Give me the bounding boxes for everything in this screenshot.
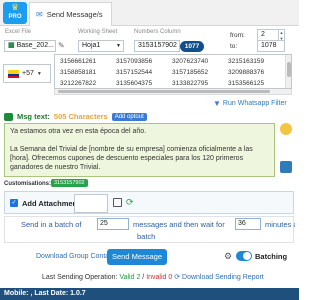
from-label: from: bbox=[230, 32, 245, 39]
batch-text: batch bbox=[137, 232, 156, 241]
pro-label: PRO bbox=[8, 14, 22, 20]
customisations-label: Customisations: bbox=[4, 181, 52, 187]
flag-icon bbox=[8, 69, 19, 78]
batching-toggle[interactable] bbox=[236, 251, 252, 261]
batch-settings: Send in a batch of 25 messages and then … bbox=[4, 216, 295, 243]
tab-label: Send Message/s bbox=[46, 10, 103, 19]
batch-size-input[interactable]: 25 bbox=[97, 218, 129, 230]
number-cell: 3153566125 bbox=[228, 80, 265, 87]
invalid-count: Invalid 0 bbox=[146, 274, 173, 281]
number-cell: 3157093856 bbox=[116, 58, 153, 65]
download-report-link[interactable]: ⟳ Download Sending Report bbox=[174, 274, 264, 281]
toggle-knob bbox=[243, 252, 251, 260]
vertical-scrollbar[interactable] bbox=[285, 55, 291, 88]
scroll-thumb[interactable] bbox=[58, 90, 270, 93]
message-textarea[interactable]: Ya estamos otra vez en esta época del añ… bbox=[4, 123, 275, 177]
character-count: 505 Characters bbox=[53, 112, 108, 121]
attachment-panel: ✓ Add Attachment? ⟳ bbox=[4, 191, 294, 214]
to-value: 1078 bbox=[261, 42, 277, 49]
message-line: La Semana del Trivial de [nombre de su e… bbox=[10, 146, 255, 171]
numbers-count-badge: 1077 bbox=[180, 41, 204, 52]
batching-label: Batching bbox=[255, 252, 288, 261]
chevron-down-icon: ▼ bbox=[116, 43, 121, 49]
numbers-column-value: 3153157902 bbox=[138, 42, 177, 49]
numbers-grid: 3156661261 3157093856 3207623740 3215163… bbox=[60, 57, 284, 88]
report-label: Download Sending Report bbox=[182, 274, 264, 281]
send-message-button[interactable]: Send Message bbox=[107, 249, 167, 265]
sync-icon: ⟳ bbox=[174, 274, 183, 281]
message-title: Msg text: bbox=[17, 112, 50, 121]
to-label: to: bbox=[230, 43, 238, 50]
chevron-down-icon: ▼ bbox=[36, 70, 42, 77]
gear-icon[interactable]: ⚙ bbox=[224, 251, 232, 262]
message-tools bbox=[278, 123, 296, 177]
insert-media-icon[interactable] bbox=[280, 161, 292, 173]
scroll-thumb[interactable] bbox=[287, 62, 291, 77]
status-bar: Mobile: , Last Date: 1.0.7 bbox=[0, 288, 299, 300]
excel-file-value: Base_202... bbox=[16, 42, 54, 49]
country-code-value: +57 bbox=[22, 70, 34, 77]
worksheet-value: Hoja1 bbox=[82, 42, 101, 49]
tab-bar: ♛ PRO ✉ Send Message/s bbox=[0, 0, 299, 26]
message-header: Msg text: 505 Characters Add optout bbox=[4, 112, 147, 121]
tab-send-messages[interactable]: ✉ Send Message/s bbox=[29, 2, 112, 26]
numbers-column-label: Numbers Column bbox=[134, 29, 181, 35]
horizontal-scrollbar[interactable] bbox=[54, 89, 292, 95]
numbers-column-select[interactable]: 3153157902 bbox=[134, 40, 180, 52]
valid-count: Valid 2 bbox=[119, 274, 141, 281]
edit-file-icon[interactable]: ✎ bbox=[58, 41, 65, 50]
wait-minutes-input[interactable]: 36 bbox=[235, 218, 261, 230]
edit-icon[interactable] bbox=[113, 198, 122, 207]
batch-text: Send in a batch of bbox=[21, 220, 82, 229]
filter-icon: ▼ bbox=[213, 99, 221, 108]
refresh-icon[interactable]: ⟳ bbox=[126, 197, 134, 208]
number-cell: 3157152544 bbox=[116, 69, 153, 76]
crown-icon: ♛ bbox=[10, 2, 20, 12]
message-line: Ya estamos otra vez en esta época del añ… bbox=[10, 128, 147, 135]
chat-icon bbox=[4, 112, 13, 121]
last-sending-operation: Last Sending Operation: Valid 2 / Invali… bbox=[42, 273, 264, 281]
from-value: 2 bbox=[261, 31, 265, 38]
customisation-tag[interactable]: 3153157902 bbox=[51, 179, 88, 187]
run-filter-label: Run Whatsapp Filter bbox=[222, 100, 287, 107]
country-code-select[interactable]: +57 ▼ bbox=[3, 64, 51, 83]
excel-file-label: Excel File bbox=[5, 29, 32, 35]
send-icon: ✉ bbox=[36, 10, 43, 19]
emoji-icon[interactable] bbox=[280, 123, 292, 135]
numbers-list[interactable]: 3156661261 3157093856 3207623740 3215163… bbox=[54, 54, 292, 89]
pro-badge[interactable]: ♛ PRO bbox=[3, 2, 27, 24]
number-cell: 3212267822 bbox=[60, 80, 97, 87]
add-optout-button[interactable]: Add optout bbox=[111, 112, 147, 121]
last-op-prefix: Last Sending Operation: bbox=[42, 274, 118, 281]
batch-text: minutes after each bbox=[265, 220, 295, 229]
number-cell: 3133822795 bbox=[172, 80, 209, 87]
worksheet-label: Working Sheet bbox=[78, 29, 118, 35]
to-input[interactable]: 1078 bbox=[257, 40, 285, 52]
excel-file-field[interactable]: ▦ Base_202... bbox=[4, 40, 56, 52]
number-cell: 3158858181 bbox=[60, 69, 97, 76]
number-cell: 3135604375 bbox=[116, 80, 153, 87]
attachment-checkbox[interactable]: ✓ bbox=[10, 199, 18, 207]
number-cell: 3215163159 bbox=[228, 58, 265, 65]
run-whatsapp-filter-link[interactable]: ▼ Run Whatsapp Filter bbox=[213, 99, 287, 108]
download-group-contact-link[interactable]: Download Group Contact bbox=[36, 253, 115, 260]
number-cell: 3209888376 bbox=[228, 69, 265, 76]
attachment-preview[interactable] bbox=[74, 194, 108, 213]
number-cell: 3207623740 bbox=[172, 58, 209, 65]
number-cell: 3156661261 bbox=[60, 58, 97, 65]
batch-text: messages and then wait for bbox=[133, 220, 225, 229]
worksheet-select[interactable]: Hoja1 ▼ bbox=[78, 40, 124, 52]
excel-file-icon: ▦ bbox=[8, 42, 17, 49]
number-cell: 3157185652 bbox=[172, 69, 209, 76]
